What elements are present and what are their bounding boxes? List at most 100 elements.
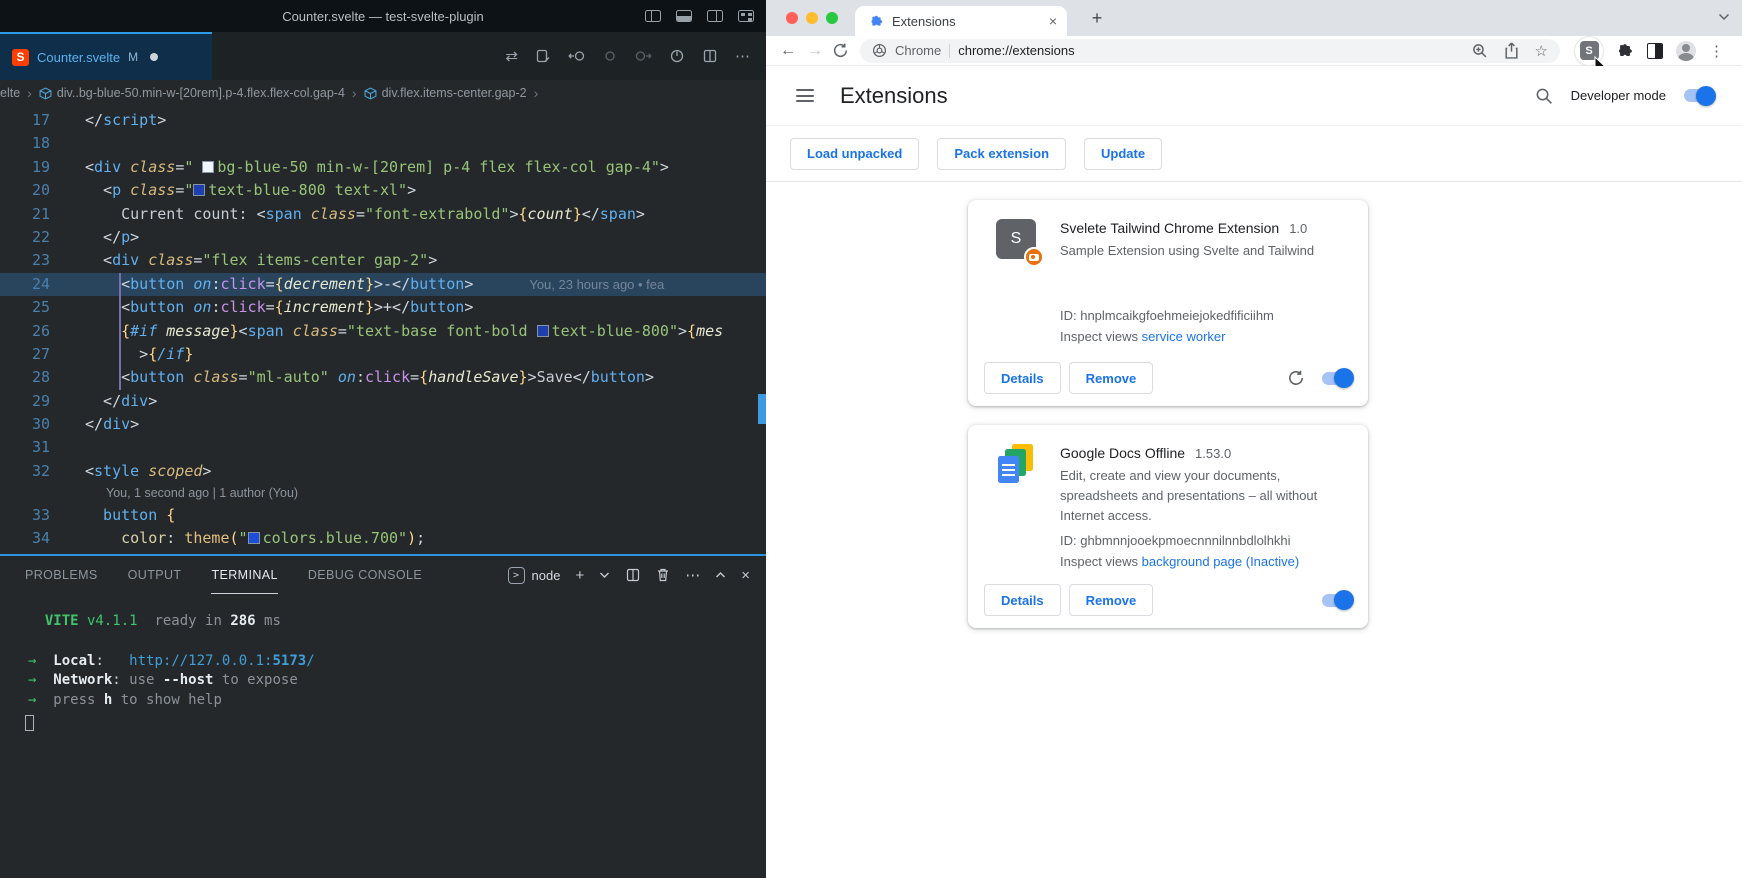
extension-enabled-toggle[interactable] <box>1322 372 1352 385</box>
customize-layout-icon[interactable] <box>738 10 754 22</box>
code-line[interactable]: 27 >{/if} <box>0 343 766 366</box>
vscode-titlebar[interactable]: Counter.svelte — test-svelte-plugin <box>0 0 766 32</box>
unsaved-dot-icon[interactable] <box>150 53 158 61</box>
terminal-line: → Local: http://127.0.0.1:5173/ <box>28 652 766 672</box>
url-separator <box>949 44 950 58</box>
code-line[interactable]: 19<div class=" bg-blue-50 min-w-[20rem] … <box>0 156 766 179</box>
chrome-tab-strip: Extensions × + <box>766 0 1742 36</box>
tab-search-chevron-icon[interactable] <box>1718 13 1730 21</box>
more-actions-icon[interactable]: ⋯ <box>735 47 750 65</box>
tab-output[interactable]: OUTPUT <box>128 556 182 594</box>
load-unpacked-button[interactable]: Load unpacked <box>790 138 919 170</box>
code-line[interactable]: 25 <button on:click={increment}>+</butto… <box>0 296 766 319</box>
toggle-sidebar-icon[interactable] <box>645 10 661 22</box>
maximize-panel-icon[interactable] <box>715 571 726 579</box>
tab-close-icon[interactable]: × <box>1049 13 1057 29</box>
zoom-icon[interactable] <box>1471 42 1488 59</box>
macos-minimize-button[interactable] <box>806 12 818 24</box>
update-button[interactable]: Update <box>1084 138 1162 170</box>
page-title: Extensions <box>840 83 948 109</box>
kill-terminal-trash-icon[interactable] <box>656 567 670 583</box>
extensions-puzzle-icon[interactable] <box>1616 42 1634 60</box>
code-line[interactable]: 20 <p class="text-blue-800 text-xl"> <box>0 179 766 202</box>
hamburger-menu-icon[interactable] <box>796 89 814 102</box>
code-editor[interactable]: 17</script>1819<div class=" bg-blue-50 m… <box>0 106 766 554</box>
line-number: 29 <box>0 390 50 413</box>
tab-debug-console[interactable]: DEBUG CONSOLE <box>308 556 422 594</box>
code-line[interactable]: 17</script> <box>0 109 766 132</box>
panel-more-actions-icon[interactable]: ⋯ <box>685 566 700 584</box>
reload-button[interactable] <box>832 42 849 59</box>
new-terminal-icon[interactable]: + <box>575 567 584 584</box>
back-button[interactable]: ← <box>778 42 798 60</box>
split-editor-icon[interactable] <box>702 48 718 64</box>
profile-avatar[interactable] <box>1676 41 1696 61</box>
split-terminal-icon[interactable] <box>625 567 641 583</box>
reload-extension-icon[interactable] <box>1287 369 1305 387</box>
breadcrumb-item-file[interactable]: elte <box>0 86 20 100</box>
code-line[interactable]: 22 </p> <box>0 226 766 249</box>
toggle-secondary-sidebar-icon[interactable] <box>707 10 723 22</box>
terminal[interactable]: VITE v4.1.1 ready in 286 ms → Local: htt… <box>0 594 766 731</box>
toggle-panel-icon[interactable] <box>676 10 692 22</box>
bookmark-star-icon[interactable]: ☆ <box>1535 42 1548 60</box>
close-panel-icon[interactable]: × <box>741 567 750 584</box>
nav-back-circle-icon[interactable] <box>568 48 586 64</box>
extension-cards: S Svelete Tailwind Chrome Extension 1.0 … <box>968 200 1368 647</box>
line-number: 30 <box>0 413 50 436</box>
bottom-panel: PROBLEMS OUTPUT TERMINAL DEBUG CONSOLE >… <box>0 556 766 878</box>
tab-terminal[interactable]: TERMINAL <box>211 556 277 594</box>
breadcrumb-item-div-outer[interactable]: div..bg-blue-50.min-w-[20rem].p-4.flex.f… <box>39 86 345 100</box>
nav-forward-circle-icon[interactable] <box>634 48 652 64</box>
forward-button[interactable]: → <box>805 42 825 60</box>
line-number: 24 <box>0 273 50 296</box>
open-preview-icon[interactable] <box>535 48 551 64</box>
breadcrumb-item-div-inner[interactable]: div.flex.items-center.gap-2 <box>364 86 527 100</box>
code-line[interactable]: 21 Current count: <span class="font-extr… <box>0 203 766 226</box>
tab-counter-svelte[interactable]: S Counter.svelte M <box>0 32 212 80</box>
pinned-extension-button[interactable]: S <box>1575 37 1603 65</box>
browser-tab-extensions[interactable]: Extensions × <box>855 6 1067 36</box>
developer-mode-toggle[interactable] <box>1684 89 1714 102</box>
code-line[interactable]: 34 color: theme("colors.blue.700"); <box>0 527 766 550</box>
code-line[interactable]: 26 {#if message}<span class="text-base f… <box>0 320 766 343</box>
contrast-extension-icon[interactable] <box>1647 43 1663 59</box>
nav-circle-icon[interactable] <box>603 48 617 64</box>
terminal-dropdown-icon[interactable] <box>599 571 610 579</box>
shell-name[interactable]: node <box>532 568 561 583</box>
tab-problems[interactable]: PROBLEMS <box>25 556 98 594</box>
extension-description: Sample Extension using Svelte and Tailwi… <box>1060 241 1348 261</box>
chrome-menu-icon[interactable]: ⋮ <box>1709 42 1724 60</box>
extension-version: 1.53.0 <box>1195 446 1231 461</box>
search-icon[interactable] <box>1535 87 1553 105</box>
service-worker-link[interactable]: service worker <box>1142 329 1226 344</box>
pack-extension-button[interactable]: Pack extension <box>937 138 1066 170</box>
macos-close-button[interactable] <box>786 12 798 24</box>
code-line[interactable]: 31 <box>0 436 766 459</box>
code-line[interactable]: 28 <button class="ml-auto" on:click={han… <box>0 366 766 389</box>
share-icon[interactable] <box>1504 42 1519 59</box>
new-tab-button[interactable]: + <box>1084 5 1110 31</box>
code-line[interactable]: 33 button { <box>0 504 766 527</box>
code-line[interactable]: 18 <box>0 132 766 155</box>
code-lines: 17</script>1819<div class=" bg-blue-50 m… <box>0 109 766 551</box>
chrome-logo-icon[interactable] <box>872 43 887 58</box>
scrollbar-decoration[interactable] <box>758 394 766 424</box>
url-text[interactable]: chrome://extensions <box>958 43 1074 58</box>
background-page-link[interactable]: background page (Inactive) <box>1142 554 1300 569</box>
code-line[interactable]: 24 <button on:click={decrement}>-</butto… <box>0 273 766 296</box>
code-line[interactable]: 30</div> <box>0 413 766 436</box>
address-bar[interactable]: Chrome chrome://extensions ☆ <box>860 39 1560 63</box>
remove-button[interactable]: Remove <box>1069 584 1154 616</box>
extension-enabled-toggle[interactable] <box>1322 594 1352 607</box>
codelens-annotation[interactable]: You, 1 second ago | 1 author (You) <box>0 483 766 504</box>
run-timer-icon[interactable] <box>669 48 685 64</box>
code-line[interactable]: 29 </div> <box>0 390 766 413</box>
code-line[interactable]: 32<style scoped> <box>0 460 766 483</box>
remove-button[interactable]: Remove <box>1069 362 1154 394</box>
details-button[interactable]: Details <box>984 362 1061 394</box>
code-line[interactable]: 23 <div class="flex items-center gap-2"> <box>0 249 766 272</box>
details-button[interactable]: Details <box>984 584 1061 616</box>
open-changes-icon[interactable]: ⇄ <box>505 47 518 65</box>
macos-fullscreen-button[interactable] <box>826 12 838 24</box>
